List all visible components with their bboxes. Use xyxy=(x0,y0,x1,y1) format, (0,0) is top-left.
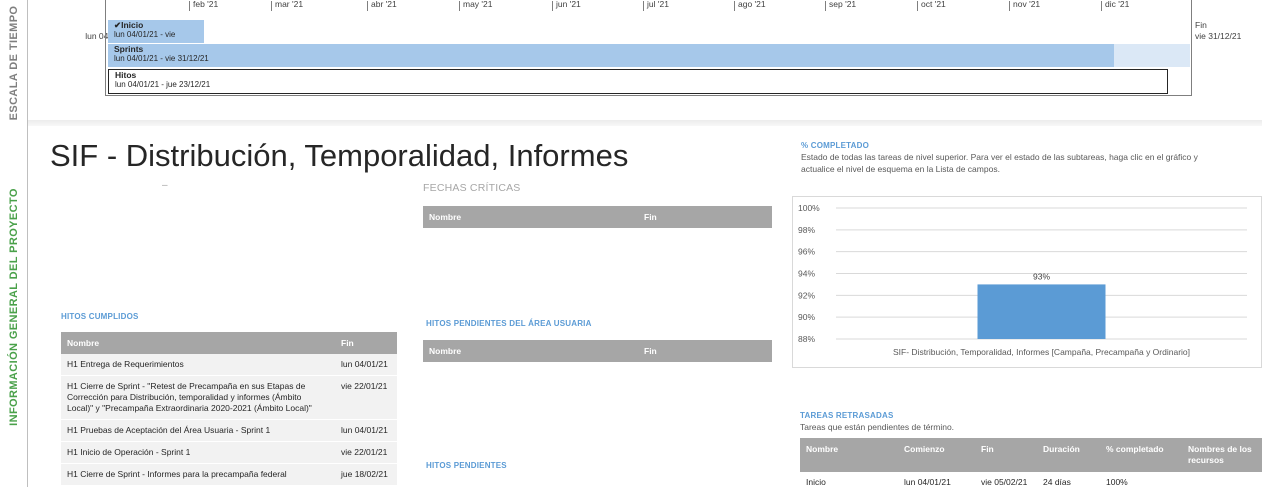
bar xyxy=(977,284,1106,339)
hitos-cumplidos-table[interactable]: Nombre Fin H1 Entrega de Requerimientos … xyxy=(61,332,397,486)
cell-fin: vie 22/01/21 xyxy=(335,441,397,464)
hitos-pendientes-usuaria-heading: HITOS PENDIENTES DEL ÁREA USUARIA xyxy=(426,319,592,328)
timeline-end-label: Fin xyxy=(1195,20,1207,30)
cell-nombre: H1 Cierre de Sprint - "Retest de Precamp… xyxy=(61,375,335,420)
month-label: jun '21 xyxy=(552,1,581,11)
y-tick-label: 90% xyxy=(798,312,815,322)
table-row[interactable]: H1 Pruebas de Aceptación del Área Usuari… xyxy=(61,419,397,442)
column-header: Fin xyxy=(638,340,772,362)
y-tick-label: 96% xyxy=(798,247,815,257)
column-header: Nombre xyxy=(61,332,335,354)
column-header: Nombre xyxy=(423,206,638,228)
timeline-bar-inicio[interactable]: ✔Inicio lun 04/01/21 - vie xyxy=(108,20,204,43)
cell-completado: 100% xyxy=(1100,472,1182,487)
column-header: Nombres de los recursos xyxy=(1182,438,1262,472)
month-label: sep '21 xyxy=(825,1,856,11)
column-header: Comienzo xyxy=(898,438,975,472)
cell-comienzo: lun 04/01/21 xyxy=(898,472,975,487)
timeline-bar-hitos[interactable]: Hitos lun 04/01/21 - jue 23/12/21 xyxy=(108,69,1168,94)
column-header: Fin xyxy=(975,438,1037,472)
column-header: Nombre xyxy=(800,438,898,472)
y-tick-label: 92% xyxy=(798,290,815,300)
hitos-pendientes-heading: HITOS PENDIENTES xyxy=(426,461,507,470)
completado-description: Estado de todas las tareas de nivel supe… xyxy=(801,152,1198,174)
tareas-retrasadas-heading: TAREAS RETRASADAS xyxy=(800,411,894,420)
data-label: 93% xyxy=(1033,271,1050,281)
hitos-pendientes-usuaria-table[interactable]: Nombre Fin xyxy=(423,340,772,362)
y-tick-label: 100% xyxy=(798,203,820,213)
cell-nombre: H1 Inicio de Operación - Sprint 1 xyxy=(61,441,335,464)
cell-fin: jue 18/02/21 xyxy=(335,463,397,486)
completado-chart[interactable]: 88% 90% 92% 94% 96% 98% 100% 93% SIF- Distribuci… xyxy=(792,196,1262,368)
timeline-end: Fin vie 31/12/21 xyxy=(1195,20,1262,42)
cell-fin: vie 22/01/21 xyxy=(335,375,397,420)
timeline[interactable]: Inicio lun 04/01/21 feb '21 mar '21 abr … xyxy=(28,0,1262,126)
column-header: % completado xyxy=(1100,438,1182,472)
completado-heading: % COMPLETADO xyxy=(801,141,870,150)
y-tick-label: 94% xyxy=(798,269,815,279)
table-row[interactable]: H1 Entrega de Requerimientos lun 04/01/2… xyxy=(61,354,397,376)
fechas-criticas-table[interactable]: Nombre Fin xyxy=(423,206,772,228)
timeline-end-date: vie 31/12/21 xyxy=(1195,31,1242,41)
month-label: jul '21 xyxy=(643,1,669,11)
fechas-criticas-heading: FECHAS CRÍTICAS xyxy=(423,182,521,194)
column-header: Nombre xyxy=(423,340,638,362)
month-label: abr '21 xyxy=(367,1,397,11)
month-label: oct '21 xyxy=(917,1,946,11)
bar-name: Sprints xyxy=(114,44,144,54)
cell-nombre: Inicio xyxy=(800,472,898,487)
bar-dates: lun 04/01/21 - vie 31/12/21 xyxy=(114,54,209,63)
table-row[interactable]: H1 Inicio de Operación - Sprint 1 vie 22… xyxy=(61,441,397,464)
timeline-bar-sprints[interactable]: Sprints lun 04/01/21 - vie 31/12/21 xyxy=(108,44,1114,67)
column-header: Duración xyxy=(1037,438,1100,472)
month-label: mar '21 xyxy=(271,1,303,11)
table-row[interactable]: H1 Cierre de Sprint - Informes para la p… xyxy=(61,463,397,486)
hitos-cumplidos-heading: HITOS CUMPLIDOS xyxy=(61,312,139,321)
subtitle-dash: – xyxy=(162,180,168,191)
month-label: nov '21 xyxy=(1009,1,1040,11)
cell-nombre: H1 Pruebas de Aceptación del Área Usuari… xyxy=(61,419,335,442)
cell-nombre: H1 Cierre de Sprint - Informes para la p… xyxy=(61,463,335,486)
column-header: Fin xyxy=(638,206,772,228)
timeline-side-panel: ESCALA DE TIEMPO xyxy=(0,0,28,126)
y-tick-label: 88% xyxy=(798,334,815,344)
table-row[interactable]: Inicio lun 04/01/21 vie 05/02/21 24 días… xyxy=(800,472,1262,487)
month-label: may '21 xyxy=(459,1,493,11)
bar-name: Inicio xyxy=(121,20,144,30)
tareas-retrasadas-description: Tareas que están pendientes de término. xyxy=(800,422,955,432)
cell-fin: lun 04/01/21 xyxy=(335,419,397,442)
info-side-label: INFORMACIÓN GENERAL DEL PROYECTO xyxy=(7,187,20,426)
timeline-divider xyxy=(28,120,1262,126)
month-label: feb '21 xyxy=(189,1,218,11)
y-tick-label: 98% xyxy=(798,225,815,235)
table-row[interactable]: H1 Cierre de Sprint - "Retest de Precamp… xyxy=(61,375,397,420)
column-header: Fin xyxy=(335,332,397,354)
cell-fin: vie 05/02/21 xyxy=(975,472,1037,487)
tareas-retrasadas-table[interactable]: Nombre Comienzo Fin Duración % completad… xyxy=(800,438,1262,487)
cell-fin: lun 04/01/21 xyxy=(335,354,397,376)
page-title: SIF - Distribución, Temporalidad, Inform… xyxy=(50,138,629,173)
cell-recursos xyxy=(1182,472,1262,487)
info-side-panel: INFORMACIÓN GENERAL DEL PROYECTO xyxy=(0,126,28,487)
cell-nombre: H1 Entrega de Requerimientos xyxy=(61,354,335,376)
cell-duracion: 24 días xyxy=(1037,472,1100,487)
bar-dates: lun 04/01/21 - jue 23/12/21 xyxy=(115,80,211,89)
month-label: dic '21 xyxy=(1101,1,1129,11)
month-label: ago '21 xyxy=(734,1,766,11)
timeline-side-label: ESCALA DE TIEMPO xyxy=(7,5,20,121)
bar-dates: lun 04/01/21 - vie xyxy=(114,30,176,39)
bar-name: Hitos xyxy=(115,70,137,80)
timeline-scale: feb '21 mar '21 abr '21 may '21 jun '21 … xyxy=(105,0,1192,18)
x-tick-label: SIF- Distribución, Temporalidad, Informe… xyxy=(893,347,1190,357)
